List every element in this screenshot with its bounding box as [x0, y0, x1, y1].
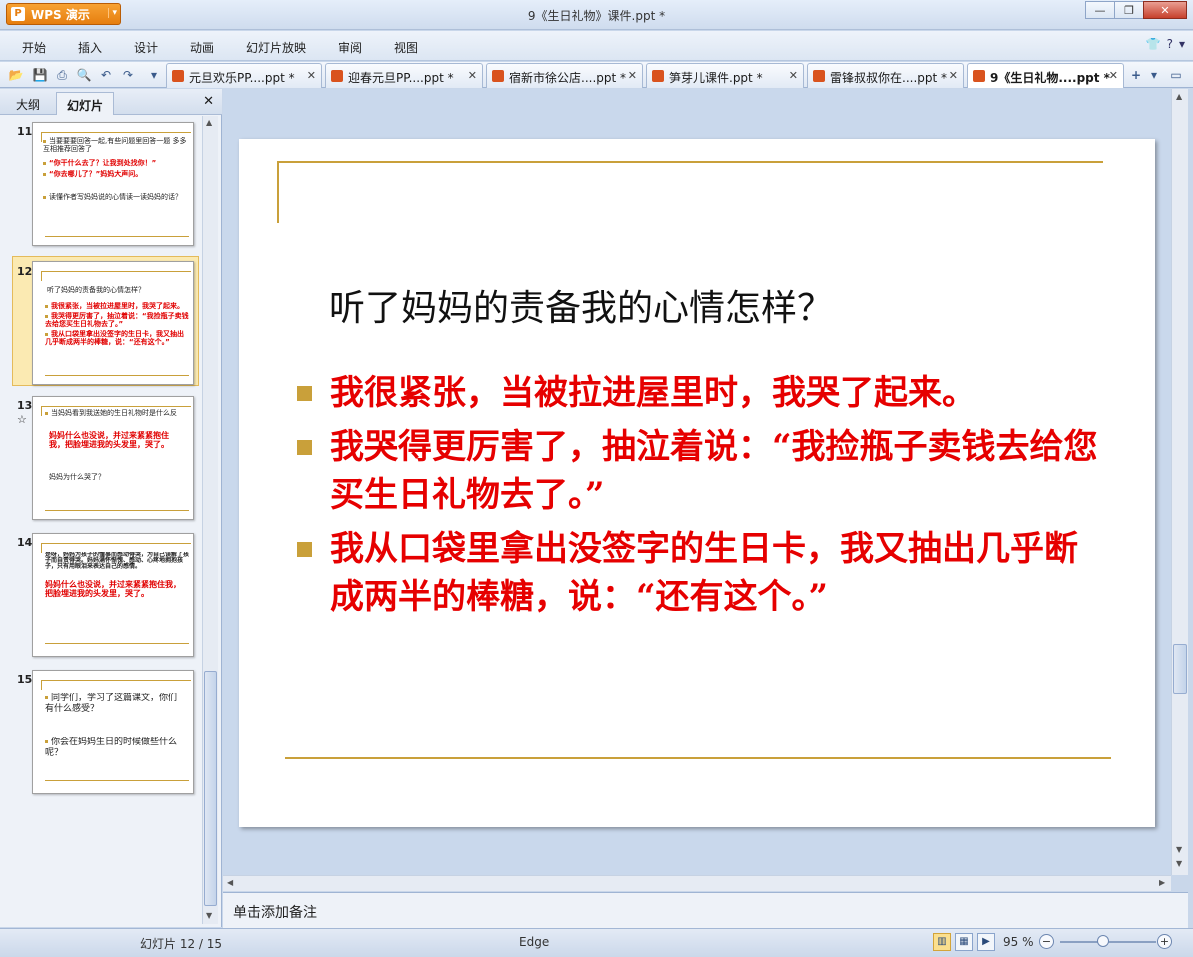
- redo-icon[interactable]: ↷: [120, 67, 136, 83]
- zoom-slider-knob[interactable]: [1097, 935, 1109, 947]
- restore-button[interactable]: ❐: [1114, 1, 1144, 19]
- doc-tab-4[interactable]: 笋芽儿课件.ppt * ✕: [646, 63, 804, 88]
- menu-bar: 开始 插入 设计 动画 幻灯片放映 审阅 视图 👕 ? ▾: [0, 31, 1193, 61]
- menu-review[interactable]: 审阅: [338, 39, 362, 56]
- ppt-file-icon: [172, 70, 184, 82]
- print-icon[interactable]: ⎙: [54, 67, 70, 83]
- slide-thumbnail-12[interactable]: 听了妈妈的责备我的心情怎样？ 我很紧张，当被拉进屋里时，我哭了起来。 我哭得更厉…: [32, 261, 194, 385]
- menu-slideshow[interactable]: 幻灯片放映: [246, 39, 306, 56]
- zoom-level: 95 %: [1003, 935, 1034, 949]
- scroll-left-icon[interactable]: ◀: [227, 878, 233, 887]
- window-title: 9《生日礼物》课件.ppt *: [527, 9, 666, 23]
- close-tab-icon[interactable]: ✕: [628, 69, 637, 82]
- zoom-out-icon[interactable]: −: [1039, 934, 1054, 949]
- close-tab-icon[interactable]: ✕: [307, 69, 316, 82]
- scroll-down-icon[interactable]: ▼: [1176, 845, 1182, 854]
- open-folder-icon[interactable]: 📂: [8, 67, 24, 83]
- normal-view-icon[interactable]: ▥: [933, 933, 951, 951]
- close-window-button[interactable]: ✕: [1143, 1, 1187, 19]
- doc-tab-3[interactable]: 宿新市徐公店....ppt * ✕: [486, 63, 643, 88]
- doc-tab-6-active[interactable]: 9《生日礼物....ppt * ✕: [967, 63, 1124, 88]
- quick-access-toolbar: 📂 💾 ⎙ 🔍 ↶ ↷ ▾ 元旦欢乐PP....ppt * ✕ 迎春元旦PP..…: [0, 62, 1193, 88]
- thumbnail-scrollbar[interactable]: ▲ ▼: [202, 116, 218, 924]
- print-preview-icon[interactable]: 🔍: [76, 67, 92, 83]
- slide-decor-line: [277, 161, 1103, 163]
- notes-pane[interactable]: 单击添加备注: [223, 892, 1188, 928]
- thumb-number: 12: [17, 265, 33, 278]
- slide-counter: 幻灯片 12 / 15: [140, 937, 223, 951]
- scroll-up-icon[interactable]: ▲: [206, 118, 212, 127]
- slide-decor-line: [277, 161, 279, 223]
- ppt-file-icon: [652, 70, 664, 82]
- thumb-number: 11: [17, 125, 33, 138]
- status-bar: 幻灯片 12 / 15 Edge ▥ ▦ ▶ 95 % − +: [0, 928, 1193, 957]
- window-layout-icon[interactable]: ▭: [1168, 67, 1184, 83]
- menu-home[interactable]: 开始: [22, 39, 46, 56]
- scroll-down-icon[interactable]: ▼: [206, 911, 212, 920]
- tab-slides[interactable]: 幻灯片: [56, 92, 115, 115]
- menu-design[interactable]: 设计: [134, 39, 158, 56]
- scroll-thumb[interactable]: [204, 671, 217, 906]
- thumb-number: 15: [17, 673, 33, 686]
- slide-thumbnail-14[interactable]: 是呀，妈妈为孩子的懂事而感动得哭，为自己误解了孩子而自责得哭。妈妈满怀惭愧、感动…: [32, 533, 194, 657]
- slide-body-textbox[interactable]: 我很紧张，当被拉进屋里时，我哭了起来。 我哭得更厉害了，抽泣着说：“我捡瓶子卖钱…: [297, 369, 1107, 627]
- slide-vertical-scrollbar[interactable]: ▲ ▼ ▼: [1171, 89, 1188, 875]
- slide-decor-line: [285, 757, 1111, 759]
- slide-thumbnail-11[interactable]: 当要要要回答一起,有些问题里回答一题 多多互相推荐回答了 “你干什么去了？让我到…: [32, 122, 194, 246]
- close-panel-icon[interactable]: ✕: [203, 94, 214, 109]
- slide-editor-area: 听了妈妈的责备我的心情怎样？ 我很紧张，当被拉进屋里时，我哭了起来。 我哭得更厉…: [223, 89, 1171, 875]
- current-slide[interactable]: 听了妈妈的责备我的心情怎样？ 我很紧张，当被拉进屋里时，我哭了起来。 我哭得更厉…: [239, 139, 1155, 827]
- ppt-file-icon: [973, 70, 985, 82]
- menu-view[interactable]: 视图: [394, 39, 418, 56]
- bullet-item: 我很紧张，当被拉进屋里时，我哭了起来。: [297, 369, 1107, 417]
- scroll-right-icon[interactable]: ▶: [1159, 878, 1165, 887]
- slideshow-view-icon[interactable]: ▶: [977, 933, 995, 951]
- new-tab-icon[interactable]: +: [1128, 67, 1144, 83]
- close-tab-icon[interactable]: ✕: [789, 69, 798, 82]
- slide-thumbnail-13[interactable]: 当妈妈看到我送她的生日礼物时是什么反映？ 妈妈什么也没说，并过来紧紧抱住我，把脸…: [32, 396, 194, 520]
- tab-list-icon[interactable]: ▾: [1146, 67, 1162, 83]
- bullet-square-icon: [297, 386, 312, 401]
- menu-insert[interactable]: 插入: [78, 39, 102, 56]
- scroll-up-icon[interactable]: ▲: [1176, 92, 1182, 101]
- bullet-item: 我哭得更厉害了，抽泣着说：“我捡瓶子卖钱去给您买生日礼物去了。”: [297, 423, 1107, 519]
- scroll-thumb[interactable]: [1173, 644, 1187, 694]
- notes-placeholder: 单击添加备注: [233, 905, 317, 921]
- thumb-number: 14: [17, 536, 33, 549]
- bullet-square-icon: [297, 440, 312, 455]
- tab-outline[interactable]: 大纲: [6, 92, 50, 115]
- next-slide-icon[interactable]: ▼: [1176, 859, 1182, 868]
- menu-animation[interactable]: 动画: [190, 39, 214, 56]
- doc-tab-5[interactable]: 雷锋叔叔你在....ppt * ✕: [807, 63, 964, 88]
- slide-sorter-view-icon[interactable]: ▦: [955, 933, 973, 951]
- doc-tab-2[interactable]: 迎春元旦PP....ppt * ✕: [325, 63, 483, 88]
- close-tab-icon[interactable]: ✕: [949, 69, 958, 82]
- thumb-number: 13: [17, 399, 33, 412]
- close-tab-icon[interactable]: ✕: [468, 69, 477, 82]
- help-icon[interactable]: ?: [1167, 37, 1173, 51]
- slide-horizontal-scrollbar[interactable]: ◀ ▶: [223, 875, 1171, 891]
- doc-tab-1[interactable]: 元旦欢乐PP....ppt * ✕: [166, 63, 322, 88]
- ribbon-toggle-icon[interactable]: ▾: [1179, 37, 1185, 51]
- slide-title[interactable]: 听了妈妈的责备我的心情怎样？: [329, 279, 833, 331]
- theme-name: Edge: [519, 935, 550, 949]
- minimize-button[interactable]: —: [1085, 1, 1115, 19]
- slide-thumbnail-15[interactable]: 同学们，学习了这篇课文，你们有什么感受？ 你会在妈妈生日的时候做些什么呢？: [32, 670, 194, 794]
- ppt-file-icon: [813, 70, 825, 82]
- ppt-file-icon: [492, 70, 504, 82]
- customize-toolbar-icon[interactable]: ▾: [146, 67, 162, 83]
- zoom-in-icon[interactable]: +: [1157, 934, 1172, 949]
- save-icon[interactable]: 💾: [32, 67, 48, 83]
- close-tab-icon[interactable]: ✕: [1109, 69, 1118, 82]
- undo-icon[interactable]: ↶: [98, 67, 114, 83]
- skin-icon[interactable]: 👕: [1146, 37, 1161, 51]
- bullet-square-icon: [297, 542, 312, 557]
- slide-panel: 大纲 幻灯片 ✕ 11 当要要要回答一起,有些问题里回答一题 多多互相推荐回答了…: [0, 89, 222, 927]
- ppt-file-icon: [331, 70, 343, 82]
- bullet-item: 我从口袋里拿出没签字的生日卡，我又抽出几乎断成两半的棒糖，说：“还有这个。”: [297, 525, 1107, 621]
- animation-star-icon: ☆: [17, 413, 27, 426]
- title-bar: P WPS 演示 ▾ 9《生日礼物》课件.ppt * — ❐ ✕: [0, 0, 1193, 30]
